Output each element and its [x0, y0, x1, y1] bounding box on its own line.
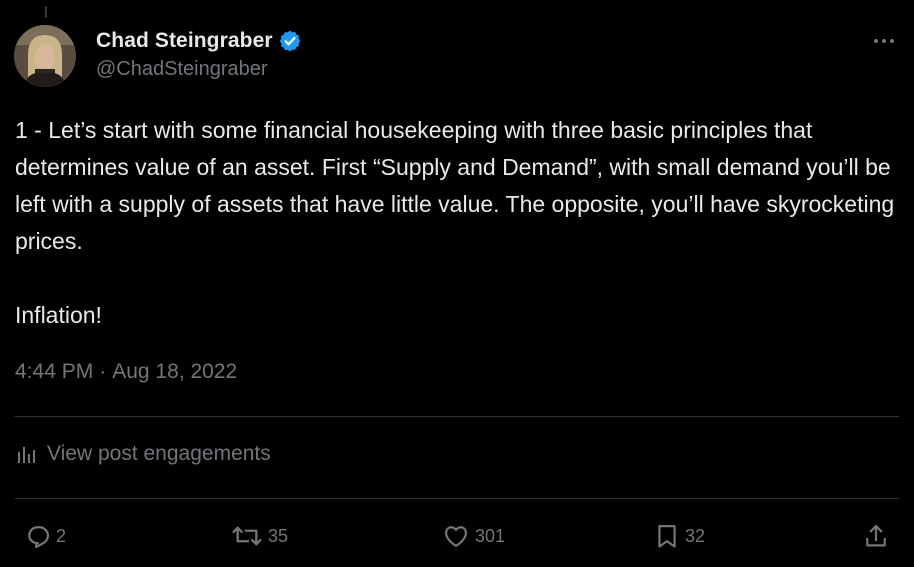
tweet-timestamp[interactable]: 4:44 PM · Aug 18, 2022	[15, 360, 237, 384]
reply-count: 2	[56, 525, 67, 546]
action-bar: 2 35 301 32	[0, 514, 914, 560]
view-engagements-label[interactable]: View post engagements	[47, 442, 271, 466]
thread-connector-line	[45, 6, 47, 18]
divider-top	[15, 416, 899, 417]
author-display-name[interactable]: Chad Steingraber	[96, 29, 273, 53]
like-button[interactable]: 301	[441, 522, 505, 550]
timestamp-separator: ·	[99, 360, 107, 383]
avatar[interactable]	[14, 25, 76, 87]
divider-bottom	[15, 498, 899, 499]
heart-icon	[444, 526, 468, 548]
more-options-icon[interactable]	[871, 30, 897, 52]
tweet-text: 1 - Let’s start with some financial hous…	[15, 117, 895, 328]
author-block: Chad Steingraber @ChadSteingraber	[96, 26, 302, 81]
analytics-icon	[18, 447, 35, 463]
name-row: Chad Steingraber	[96, 26, 302, 56]
share-button[interactable]	[862, 522, 890, 550]
share-icon	[866, 524, 886, 547]
reply-button[interactable]: 2	[24, 522, 66, 550]
bookmark-icon	[658, 524, 676, 548]
tweet-date[interactable]: Aug 18, 2022	[112, 360, 237, 384]
bookmark-count: 32	[685, 525, 706, 546]
tweet-time[interactable]: 4:44 PM	[15, 360, 93, 384]
repost-icon	[232, 526, 262, 546]
verified-badge-icon[interactable]	[278, 29, 302, 53]
bookmark-button[interactable]: 32	[653, 522, 705, 550]
avatar-image	[14, 25, 76, 87]
repost-count: 35	[268, 525, 289, 546]
author-handle[interactable]: @ChadSteingraber	[96, 58, 302, 81]
repost-button[interactable]: 35	[230, 522, 288, 550]
reply-icon	[28, 526, 50, 549]
view-engagements-link[interactable]: View post engagements	[16, 442, 271, 466]
like-count: 301	[475, 525, 506, 546]
